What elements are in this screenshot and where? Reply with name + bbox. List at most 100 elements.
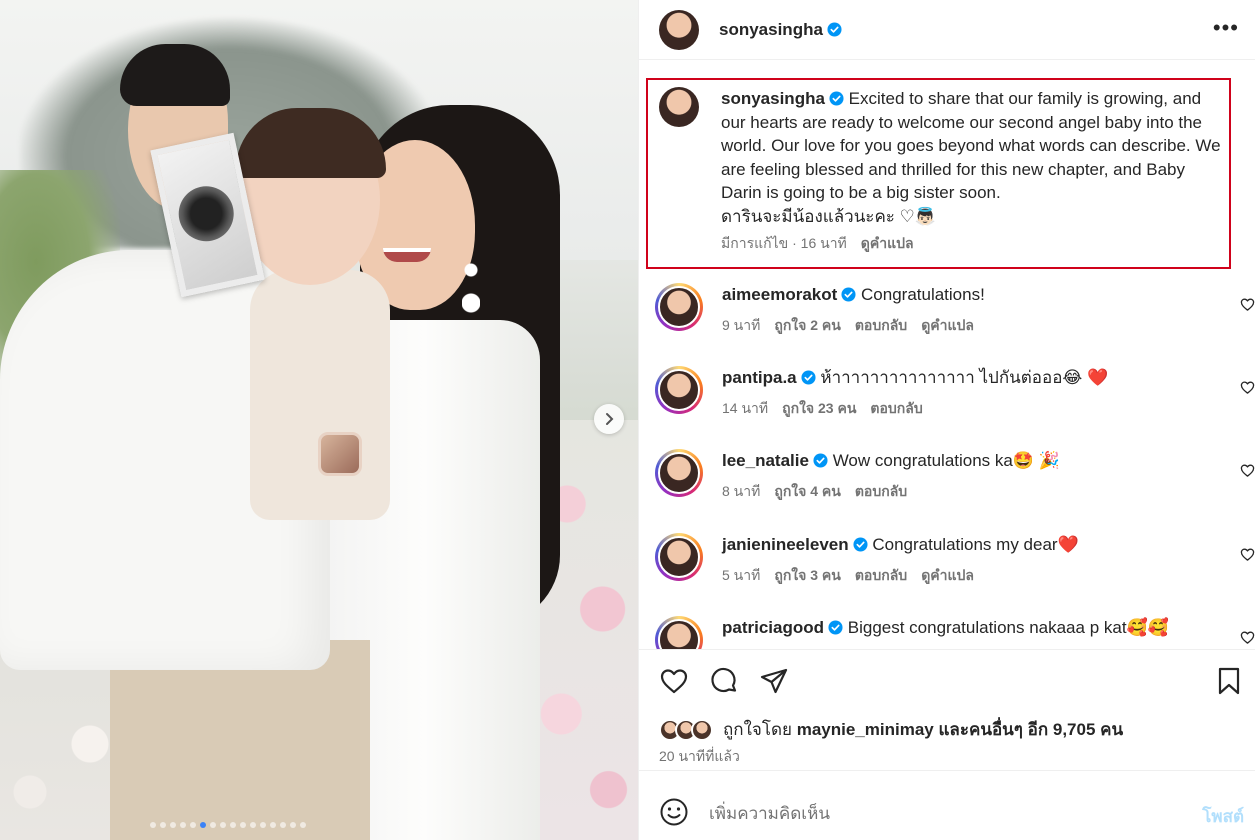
comment-like-heart-icon[interactable] [1240, 463, 1255, 478]
comment-like-heart-icon[interactable] [1240, 380, 1255, 395]
photo-earring [462, 258, 480, 318]
comment-likes-count[interactable]: ถูกใจ 23 คน [782, 400, 856, 416]
carousel-dot [180, 822, 186, 828]
photo-watch [318, 432, 362, 476]
verified-badge-icon [853, 537, 868, 552]
carousel-dot [230, 822, 236, 828]
liker-avatar [691, 718, 713, 741]
carousel-dot [240, 822, 246, 828]
likes-user[interactable]: maynie_minimay [797, 720, 934, 740]
caption-time: 16 นาที [800, 235, 847, 251]
photo-smile [383, 248, 431, 262]
story-ring[interactable] [655, 616, 703, 649]
story-ring[interactable] [655, 449, 703, 497]
carousel-dot [170, 822, 176, 828]
caption: sonyasingha Excited to share that our fa… [659, 87, 1239, 256]
comment-translate-link[interactable]: ดูคำแปล [921, 567, 974, 583]
comment-username[interactable]: janienineeleven [722, 535, 849, 554]
caption-avatar[interactable] [659, 87, 699, 127]
comment-body: patriciagood Biggest congratulations nak… [722, 616, 1202, 649]
comment-reply-link[interactable]: ตอบกลับ [870, 400, 922, 416]
comment-username[interactable]: aimeemorakot [722, 285, 837, 304]
verified-badge-icon [813, 453, 828, 468]
comment-meta: 9 นาที ถูกใจ 2 คน ตอบกลับ ดูคำแปล [722, 315, 1202, 337]
caption-edited: มีการแก้ไข [721, 235, 789, 251]
comment-row: janienineeleven Congratulations my dear❤… [655, 533, 1255, 587]
comment-time[interactable]: 5 นาที [722, 567, 760, 583]
verified-badge-icon [801, 370, 816, 385]
verified-badge-icon [841, 287, 856, 302]
carousel-dot [300, 822, 306, 828]
carousel-dot [200, 822, 206, 828]
story-ring[interactable] [655, 283, 703, 331]
post-panel: sonyasingha ••• sonyasingha Excited to s… [638, 0, 1255, 840]
comment-reply-link[interactable]: ตอบกลับ [855, 567, 907, 583]
carousel-dot [260, 822, 266, 828]
comment-text: Congratulations my dear❤️ [872, 535, 1079, 554]
bookmark-icon[interactable] [1214, 666, 1244, 696]
carousel-dot [250, 822, 256, 828]
comment-username[interactable]: pantipa.a [722, 368, 797, 387]
more-options-icon[interactable]: ••• [1213, 17, 1239, 39]
emoji-icon[interactable] [659, 797, 689, 827]
comment-reply-link[interactable]: ตอบกลับ [855, 317, 907, 333]
likes-suffix[interactable]: และคนอื่นๆ อีก 9,705 คน [938, 716, 1123, 743]
comment-time[interactable]: 9 นาที [722, 317, 760, 333]
comment-like-heart-icon[interactable] [1240, 547, 1255, 562]
caption-text-block: sonyasingha Excited to share that our fa… [721, 87, 1226, 256]
heart-icon[interactable] [659, 666, 689, 696]
comment-meta: 8 นาที ถูกใจ 4 คน ตอบกลับ [722, 481, 1202, 503]
caption-username[interactable]: sonyasingha [721, 89, 825, 108]
author-avatar[interactable] [659, 9, 699, 50]
post-comment-button[interactable]: โพสต์ [1202, 803, 1244, 830]
comment-avatar [658, 286, 700, 328]
comment-input[interactable] [709, 799, 1169, 829]
carousel-next-button[interactable] [594, 404, 624, 434]
comments-scroll-area[interactable]: sonyasingha Excited to share that our fa… [639, 61, 1255, 649]
post-actions: ถูกใจโดย maynie_minimay และคนอื่นๆ อีก 9… [639, 649, 1255, 769]
comment-body: pantipa.a ห้าาาาาาาาาาาาาาา ไปกันต่อออ😂 … [722, 366, 1202, 420]
carousel-dot [280, 822, 286, 828]
comment-text: Biggest congratulations nakaaa p kat🥰🥰 [847, 618, 1169, 637]
story-ring[interactable] [655, 366, 703, 414]
comment-time[interactable]: 14 นาที [722, 400, 768, 416]
author-username[interactable]: sonyasingha [719, 20, 823, 40]
comment-likes-count[interactable]: ถูกใจ 3 คน [774, 567, 841, 583]
comment-likes-count[interactable]: ถูกใจ 4 คน [774, 483, 841, 499]
comment-username[interactable]: patriciagood [722, 618, 824, 637]
photo-man-pants [110, 640, 370, 840]
likes-summary: ถูกใจโดย maynie_minimay และคนอื่นๆ อีก 9… [659, 716, 1123, 743]
carousel-dot [150, 822, 156, 828]
comment-time[interactable]: 8 นาที [722, 483, 760, 499]
comment-avatar [658, 369, 700, 411]
carousel-dot [220, 822, 226, 828]
comment-likes-count[interactable]: ถูกใจ 2 คน [774, 317, 841, 333]
verified-badge-icon [828, 620, 843, 635]
comment-translate-link[interactable]: ดูคำแปล [921, 317, 974, 333]
comment-body: aimeemorakot Congratulations! 9 นาที ถูกใจ… [722, 283, 1202, 337]
comment-line: lee_natalie Wow congratulations ka🤩 🎉 [722, 449, 1202, 473]
comment-line: janienineeleven Congratulations my dear❤… [722, 533, 1202, 557]
comment-row: pantipa.a ห้าาาาาาาาาาาาาาา ไปกันต่อออ😂 … [655, 366, 1255, 420]
comment-row: lee_natalie Wow congratulations ka🤩 🎉 8 น… [655, 449, 1255, 503]
story-ring[interactable] [655, 533, 703, 581]
caption-meta: มีการแก้ไข · 16 นาที ดูคำแปล [721, 235, 914, 251]
post-photo[interactable] [0, 0, 638, 840]
comment-like-heart-icon[interactable] [1240, 297, 1255, 312]
comment-meta: 5 นาที ถูกใจ 3 คน ตอบกลับ ดูคำแปล [722, 565, 1202, 587]
posted-time[interactable]: 20 นาทีที่แล้ว [659, 746, 740, 768]
caption-text-th: ดารินจะมีน้องแล้วนะคะ ♡👼🏻 [721, 206, 937, 226]
action-icons [659, 666, 789, 696]
carousel-dot [290, 822, 296, 828]
comment-text: Wow congratulations ka🤩 🎉 [832, 451, 1060, 470]
comment-icon[interactable] [709, 666, 739, 696]
caption-translate-link[interactable]: ดูคำแปล [861, 235, 914, 251]
carousel-dot [210, 822, 216, 828]
comment-row: patriciagood Biggest congratulations nak… [655, 616, 1255, 649]
share-icon[interactable] [759, 666, 789, 696]
comment-like-heart-icon[interactable] [1240, 630, 1255, 645]
comment-line: pantipa.a ห้าาาาาาาาาาาาาาา ไปกันต่อออ😂 … [722, 366, 1202, 390]
comment-username[interactable]: lee_natalie [722, 451, 809, 470]
add-comment-bar: โพสต์ [639, 770, 1255, 840]
comment-reply-link[interactable]: ตอบกลับ [855, 483, 907, 499]
